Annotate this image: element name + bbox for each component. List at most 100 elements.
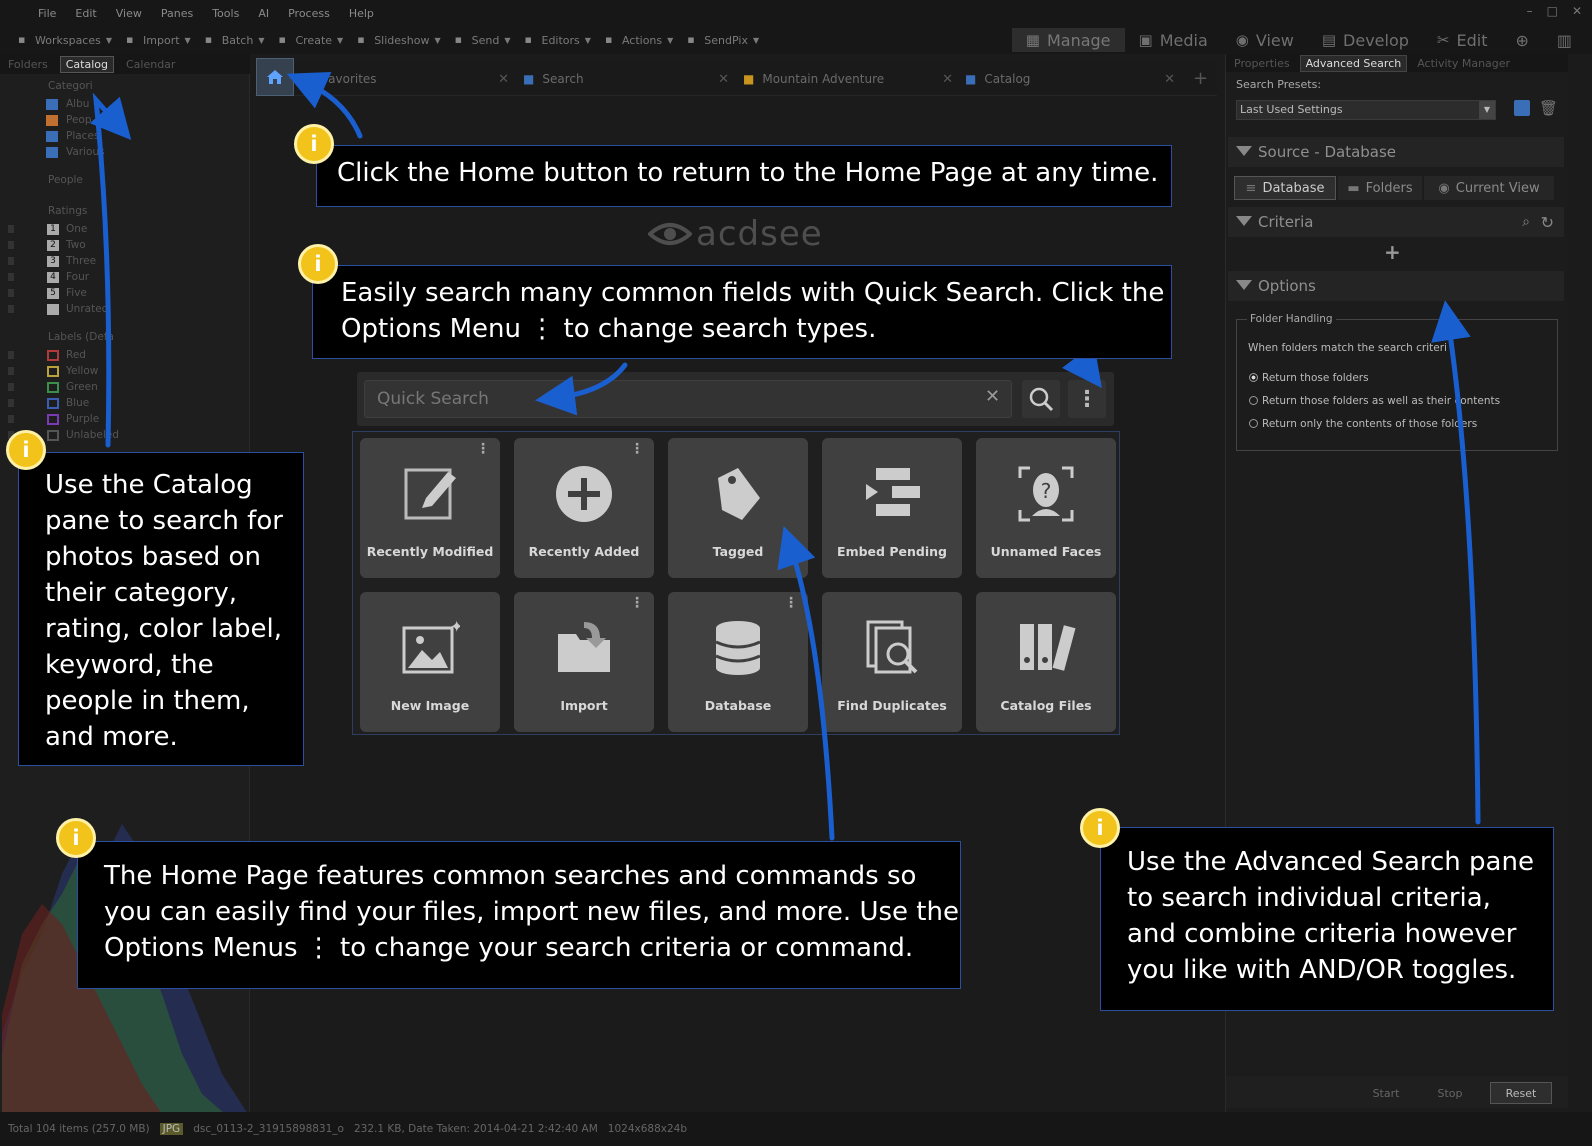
category-item[interactable]: Places [30, 128, 240, 144]
new-tab-button[interactable]: + [1193, 68, 1208, 89]
refresh-icon[interactable]: ↻ [1541, 213, 1554, 232]
toolbar-send[interactable]: ▪ Send ▼ [455, 34, 511, 47]
tile-find-duplicates[interactable]: Find Duplicates [822, 592, 962, 732]
source-section-header[interactable]: Source - Database [1228, 137, 1564, 167]
close-tab-icon[interactable]: ✕ [498, 72, 509, 87]
minimize-icon[interactable]: – [1527, 4, 1533, 18]
folder-handling-radio[interactable]: Return those folders as well as their co… [1249, 389, 1500, 412]
tab-activity-manager[interactable]: Activity Manager [1417, 57, 1510, 70]
radio-button[interactable] [1249, 419, 1258, 428]
checkbox[interactable] [8, 399, 14, 407]
save-preset-icon[interactable] [1514, 100, 1530, 116]
toolbar-slideshow[interactable]: ▪ Slideshow ▼ [357, 34, 440, 47]
radio-button[interactable] [1249, 373, 1258, 382]
source-option-current-view[interactable]: ◉ Current View [1424, 176, 1554, 200]
people-header[interactable]: People [0, 174, 83, 186]
toolbar-workspaces[interactable]: ▪ Workspaces ▼ [18, 34, 112, 47]
rating-item[interactable]: 3 Three [0, 253, 240, 269]
rating-item[interactable]: 1 One [0, 221, 240, 237]
mode-media[interactable]: ▣ Media [1125, 28, 1222, 52]
radio-button[interactable] [1249, 396, 1258, 405]
mode-edit[interactable]: ✂ Edit [1423, 28, 1502, 52]
tile-import[interactable]: Import ⋮ [514, 592, 654, 732]
search-criteria-icon[interactable]: ⌕ [1522, 214, 1530, 230]
category-item[interactable]: Albu [30, 96, 240, 112]
dashboard-icon[interactable]: ⊕ [1501, 28, 1542, 52]
menu-view[interactable]: View [116, 7, 142, 20]
tab-catalog[interactable]: Catalog [59, 55, 114, 73]
rating-item[interactable]: Unrated [0, 301, 240, 317]
mode-manage[interactable]: ▦ Manage [1011, 28, 1125, 52]
tab-calendar[interactable]: Calendar [126, 58, 175, 71]
close-tab-icon[interactable]: ✕ [718, 72, 729, 87]
menu-edit[interactable]: Edit [75, 7, 96, 20]
home-button[interactable] [256, 58, 294, 96]
toolbar-import[interactable]: ▪ Import ▼ [126, 34, 191, 47]
options-section-header[interactable]: Options [1228, 271, 1564, 301]
label-item[interactable]: Blue [0, 395, 240, 411]
label-item[interactable]: Red [0, 347, 240, 363]
add-criteria-button[interactable]: + [1384, 240, 1401, 264]
label-item[interactable]: Green [0, 379, 240, 395]
label-item[interactable]: Yellow [0, 363, 240, 379]
tile-recently-modified[interactable]: Recently Modified ⋮ [360, 438, 500, 578]
maximize-icon[interactable]: □ [1547, 4, 1558, 18]
close-tab-icon[interactable]: ✕ [942, 72, 953, 87]
menu-ai[interactable]: AI [258, 7, 269, 20]
tile-new-image[interactable]: ✦ New Image [360, 592, 500, 732]
tile-unnamed-faces[interactable]: ? Unnamed Faces [976, 438, 1116, 578]
clear-search-icon[interactable]: ✕ [985, 386, 1000, 407]
stats-icon[interactable]: ▥ [1543, 28, 1586, 52]
checkbox[interactable] [8, 273, 14, 281]
criteria-section-header[interactable]: Criteria ⌕ ↻ [1228, 207, 1564, 237]
folder-handling-radio[interactable]: Return only the contents of those folder… [1249, 412, 1500, 435]
checkbox[interactable] [8, 351, 14, 359]
tile-embed-pending[interactable]: Embed Pending [822, 438, 962, 578]
checkbox[interactable] [8, 383, 14, 391]
tab-folders[interactable]: Folders [8, 58, 48, 71]
tab-catalog[interactable]: ■ Catalog ✕ [965, 62, 1185, 96]
toolbar-actions[interactable]: ▪ Actions ▼ [605, 34, 673, 47]
tab-favorites[interactable]: ■ Favorites ✕ [303, 62, 519, 96]
rating-item[interactable]: 5 Five [0, 285, 240, 301]
menu-file[interactable]: File [38, 7, 56, 20]
close-icon[interactable]: ✕ [1572, 4, 1582, 18]
checkbox[interactable] [8, 257, 14, 265]
stop-button[interactable]: Stop [1422, 1082, 1478, 1104]
reset-button[interactable]: Reset [1490, 1082, 1552, 1104]
checkbox[interactable] [8, 367, 14, 375]
category-item[interactable]: Various [30, 144, 240, 160]
checkbox[interactable] [8, 225, 14, 233]
menu-tools[interactable]: Tools [212, 7, 239, 20]
search-presets-dropdown[interactable]: Last Used Settings ▼ [1236, 100, 1496, 120]
quick-search-input[interactable]: Quick Search [364, 380, 1012, 418]
mode-view[interactable]: ◉ View [1222, 28, 1308, 52]
tab-advanced-search[interactable]: Advanced Search [1299, 54, 1408, 72]
tab-properties[interactable]: Properties [1234, 57, 1290, 70]
ratings-header[interactable]: Ratings [0, 205, 240, 221]
menu-process[interactable]: Process [288, 7, 330, 20]
tile-database[interactable]: Database ⋮ [668, 592, 808, 732]
tile-options-menu-icon[interactable]: ⋮ [784, 596, 798, 610]
rating-item[interactable]: 4 Four [0, 269, 240, 285]
tile-options-menu-icon[interactable]: ⋮ [630, 442, 644, 456]
mode-develop[interactable]: ▤ Develop [1308, 28, 1423, 52]
toolbar-editors[interactable]: ▪ Editors ▼ [525, 34, 591, 47]
quick-search-options-menu[interactable]: ⋮ [1068, 380, 1106, 418]
tab-mountain-adventure[interactable]: ■ Mountain Adventure ✕ [743, 62, 963, 96]
label-item[interactable]: Purple [0, 411, 240, 427]
checkbox[interactable] [8, 241, 14, 249]
source-option-database[interactable]: ≡ Database [1234, 176, 1336, 200]
rating-item[interactable]: 2 Two [0, 237, 240, 253]
checkbox[interactable] [8, 305, 14, 313]
checkbox[interactable] [8, 289, 14, 297]
category-item[interactable]: Peop [30, 112, 240, 128]
tile-options-menu-icon[interactable]: ⋮ [630, 596, 644, 610]
toolbar-create[interactable]: ▪ Create ▼ [278, 34, 343, 47]
delete-preset-icon[interactable]: 🗑 [1539, 99, 1558, 117]
categories-header[interactable]: Categori [30, 80, 240, 96]
start-button[interactable]: Start [1356, 1082, 1416, 1104]
toolbar-batch[interactable]: ▪ Batch ▼ [205, 34, 265, 47]
tile-tagged[interactable]: Tagged [668, 438, 808, 578]
labels-header[interactable]: Labels (Defa [0, 331, 240, 347]
